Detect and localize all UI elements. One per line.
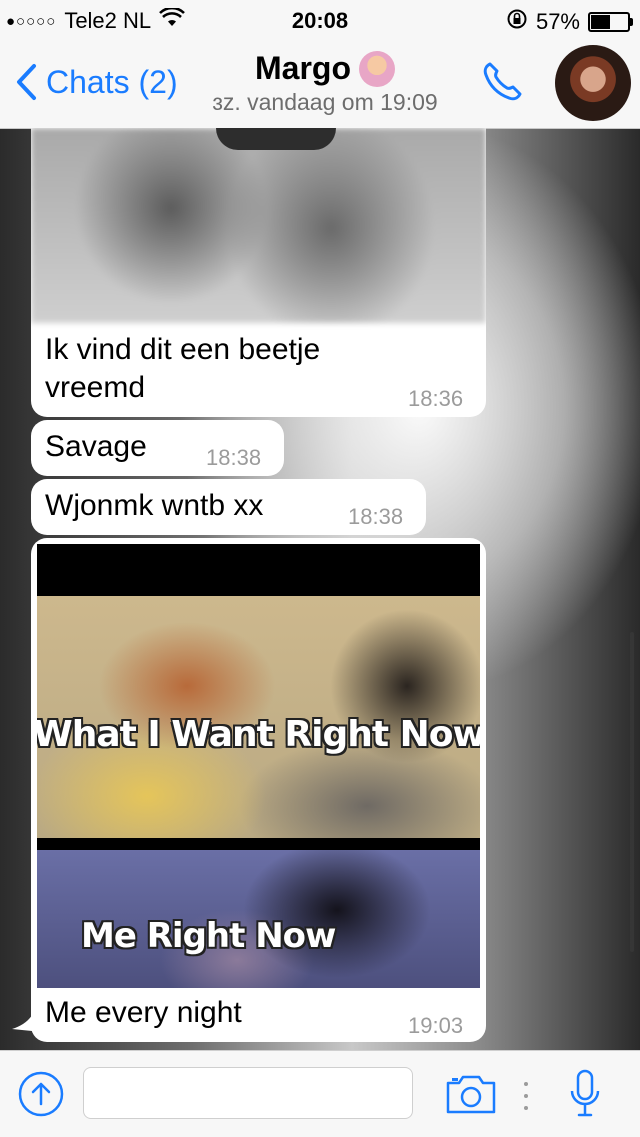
camera-icon — [446, 1075, 496, 1114]
meme-image[interactable]: What I Want Right Now Me Right Now — [37, 544, 480, 988]
camera-button[interactable] — [445, 1073, 497, 1120]
message-text-line: Ik vind dit een beetje — [45, 333, 321, 366]
contact-avatar[interactable] — [555, 45, 631, 121]
scrollbar[interactable] — [630, 632, 634, 952]
microphone-icon — [570, 1069, 600, 1117]
contact-name: Margo — [255, 50, 351, 86]
blurred-image[interactable] — [31, 128, 486, 323]
message-bubble[interactable]: What I Want Right Now Me Right Now Me ev… — [31, 538, 486, 1042]
message-time: 18:38 — [206, 445, 262, 470]
bubble-tail — [12, 1012, 42, 1032]
back-button[interactable]: Chats (2) — [14, 62, 178, 102]
message-text: Me every night — [45, 996, 242, 1029]
call-button[interactable] — [478, 58, 526, 111]
chat-header: Chats (2) Margo ɜz. vandaag om 19:09 — [0, 40, 640, 129]
message-time: 18:38 — [348, 504, 404, 529]
phone-icon — [483, 62, 522, 101]
contact-info[interactable]: Margo ɜz. vandaag om 19:09 — [190, 50, 460, 116]
upload-icon — [18, 1071, 64, 1117]
input-bar — [0, 1050, 640, 1137]
status-bar: ●○○○○ Tele2 NL 20:08 57% — [0, 0, 640, 40]
message-input[interactable] — [83, 1067, 413, 1119]
message-text: Ik vind dit een beetje vreemd — [45, 331, 320, 407]
chevron-left-icon — [17, 64, 36, 100]
message-text: Wjonmk wntb xx — [45, 489, 264, 522]
message-text: Savage — [45, 430, 147, 463]
battery-percentage: 57% — [535, 9, 580, 34]
message-bubble[interactable]: Wjonmk wntb xx 18:38 — [31, 479, 426, 535]
message-bubble[interactable]: Ik vind dit een beetje vreemd 18:36 — [31, 128, 486, 417]
image-detail — [216, 128, 336, 150]
upload-button[interactable] — [18, 1071, 64, 1122]
message-text-line: vreemd — [45, 371, 146, 404]
back-button-label: Chats (2) — [46, 63, 178, 100]
more-dots-icon — [524, 1082, 528, 1110]
battery-icon — [588, 12, 633, 32]
last-seen-status: ɜz. vandaag om 19:09 — [212, 89, 438, 115]
rotation-lock-icon — [506, 8, 528, 36]
meme-caption-bottom: Me Right Now — [81, 916, 336, 956]
meme-caption-top: What I Want Right Now — [37, 714, 480, 755]
record-audio-button[interactable] — [570, 1069, 600, 1124]
message-bubble[interactable]: Savage 18:38 — [31, 420, 284, 476]
person-emoji-icon — [359, 50, 395, 87]
message-time: 18:36 — [408, 386, 464, 411]
message-time: 19:03 — [408, 1013, 464, 1038]
